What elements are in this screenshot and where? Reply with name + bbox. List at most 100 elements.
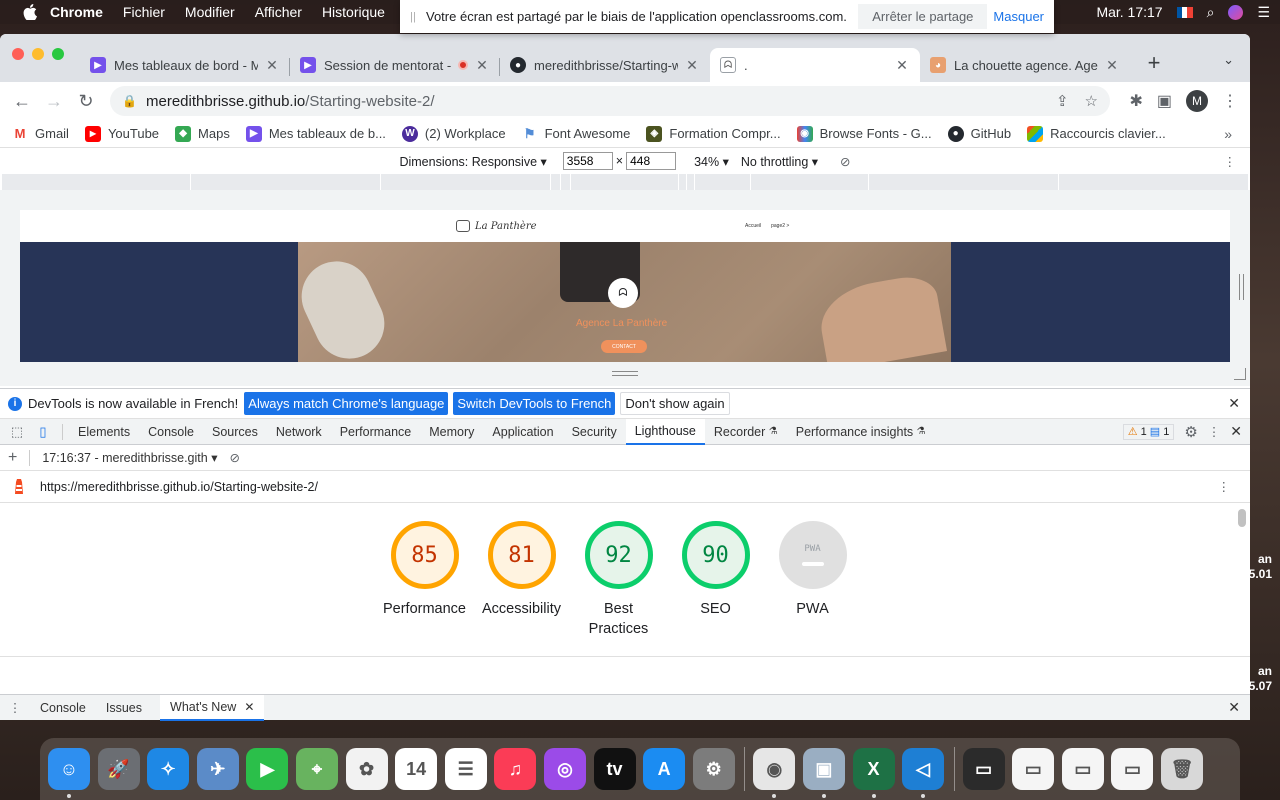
tab-elements[interactable]: Elements bbox=[69, 419, 139, 445]
device-toggle-icon[interactable]: ▯ bbox=[30, 424, 56, 440]
score-gauge-seo[interactable]: 90 SEO bbox=[667, 521, 764, 639]
system-preferences-icon[interactable]: ⚙ bbox=[692, 748, 735, 790]
menu-modifier[interactable]: Modifier bbox=[185, 4, 235, 20]
browser-tab[interactable]: ◕ La chouette agence. Ager ✕ bbox=[920, 48, 1130, 82]
window-thumb-3-icon[interactable]: ▭ bbox=[1061, 748, 1104, 790]
tab-application[interactable]: Application bbox=[483, 419, 562, 445]
drag-grip-icon[interactable]: || bbox=[400, 11, 426, 23]
hero-contact-button[interactable]: CONTACT bbox=[601, 340, 647, 353]
device-options-icon[interactable]: ⋮ bbox=[1224, 154, 1237, 169]
site-nav-link[interactable]: page2 > bbox=[771, 223, 789, 229]
settings-gear-icon[interactable]: ⚙ bbox=[1184, 423, 1197, 441]
close-devtools-icon[interactable]: ✕ bbox=[1230, 423, 1242, 440]
reminders-icon[interactable]: ☰ bbox=[444, 748, 487, 790]
viewport-side-resize-handle[interactable] bbox=[1239, 274, 1244, 300]
clear-reports-icon[interactable]: ⊘ bbox=[229, 450, 239, 465]
score-gauge-performance[interactable]: 85 Performance bbox=[376, 521, 473, 639]
tab-search-chevron-icon[interactable]: ⌄ bbox=[1223, 52, 1234, 68]
tab-lighthouse[interactable]: Lighthouse bbox=[625, 418, 705, 445]
drawer-tab-whats-new[interactable]: What's New ✕ bbox=[160, 694, 265, 721]
bookmark-item[interactable]: ⚑ Font Awesome bbox=[521, 125, 630, 142]
switch-french-button[interactable]: Switch DevTools to French bbox=[453, 392, 616, 415]
tab-performance-insights[interactable]: Performance insights ⚗ bbox=[787, 419, 935, 445]
dont-show-again-button[interactable]: Don't show again bbox=[620, 392, 730, 415]
bookmark-item[interactable]: ● GitHub bbox=[947, 125, 1011, 142]
inspect-element-icon[interactable]: ⬚ bbox=[4, 424, 30, 440]
preview-photos-icon[interactable]: ▣ bbox=[802, 748, 845, 798]
bookmark-item[interactable]: ◉ Browse Fonts - G... bbox=[796, 125, 932, 142]
new-tab-button[interactable]: + bbox=[1136, 46, 1172, 80]
browser-tab[interactable]: ▶ Session de mentorat - ✕ bbox=[290, 48, 500, 82]
tab-network[interactable]: Network bbox=[267, 419, 331, 445]
trash-icon[interactable]: 🗑 bbox=[1161, 748, 1204, 790]
finder-icon[interactable]: ☺ bbox=[48, 748, 90, 798]
photos-icon[interactable]: ✿ bbox=[345, 748, 388, 790]
minimize-window-icon[interactable] bbox=[32, 48, 44, 60]
browser-tab[interactable]: ▶ Mes tableaux de bord - M ✕ bbox=[80, 48, 290, 82]
device-height-input[interactable] bbox=[626, 152, 677, 170]
close-infobar-icon[interactable]: ✕ bbox=[1228, 395, 1240, 412]
throttling-dropdown[interactable]: No throttling ▾ bbox=[741, 154, 818, 169]
close-tab-icon[interactable]: ✕ bbox=[894, 57, 910, 74]
site-nav-link[interactable]: Accueil bbox=[745, 223, 761, 229]
device-width-input[interactable] bbox=[562, 152, 613, 170]
address-bar[interactable]: 🔒 meredithbrisse.github.io/Starting-webs… bbox=[110, 86, 1110, 116]
reload-icon[interactable]: ↻ bbox=[70, 85, 102, 117]
window-thumb-2-icon[interactable]: ▭ bbox=[1012, 748, 1055, 790]
tab-security[interactable]: Security bbox=[563, 419, 626, 445]
bookmark-item[interactable]: ◈ Formation Compr... bbox=[646, 125, 781, 142]
media-query-ruler[interactable] bbox=[2, 174, 1248, 190]
score-gauge-accessibility[interactable]: 81 Accessibility bbox=[473, 521, 570, 639]
lighthouse-tested-url[interactable]: https://meredithbrisse.github.io/Startin… bbox=[40, 480, 318, 494]
window-thumb-1-icon[interactable]: ▭ bbox=[962, 748, 1005, 790]
lock-icon[interactable]: 🔒 bbox=[122, 94, 137, 108]
stop-sharing-button[interactable]: Arrêter le partage bbox=[858, 4, 988, 29]
zoom-window-icon[interactable] bbox=[52, 48, 64, 60]
rotate-disabled-icon[interactable]: ⊘ bbox=[840, 154, 850, 169]
desktop-file-label-2[interactable]: an 5.07 bbox=[1249, 664, 1272, 694]
side-panel-icon[interactable]: ▣ bbox=[1157, 91, 1172, 111]
chrome-menu-icon[interactable]: ⋮ bbox=[1222, 91, 1238, 111]
tab-sources[interactable]: Sources bbox=[203, 419, 267, 445]
desktop-file-label-1[interactable]: an 5.01 bbox=[1249, 552, 1272, 582]
viewport-bottom-resize-handle[interactable] bbox=[612, 371, 638, 376]
report-scrollbar[interactable] bbox=[1238, 509, 1246, 527]
viewport-corner-resize-handle[interactable] bbox=[1234, 368, 1246, 380]
appstore-icon[interactable]: A bbox=[643, 748, 686, 790]
drawer-tab-console[interactable]: Console bbox=[30, 695, 96, 721]
bookmark-item[interactable]: ▶ Mes tableaux de b... bbox=[245, 125, 386, 142]
share-icon[interactable]: ⇪ bbox=[1056, 92, 1069, 110]
bookmark-item[interactable]: ◆ Maps bbox=[175, 125, 230, 142]
close-window-icon[interactable] bbox=[12, 48, 24, 60]
score-gauge-best-practices[interactable]: 92 Best Practices bbox=[570, 521, 667, 639]
bookmarks-overflow-icon[interactable]: » bbox=[1224, 126, 1232, 142]
browser-tab[interactable]: ● meredithbrisse/Starting-w ✕ bbox=[500, 48, 710, 82]
close-drawer-icon[interactable]: ✕ bbox=[1228, 699, 1240, 716]
facetime-icon[interactable]: ▶ bbox=[246, 748, 289, 790]
report-selector-dropdown[interactable]: 17:16:37 - meredithbrisse.gith ▾ bbox=[42, 450, 217, 465]
issues-counter[interactable]: ⚠ 1 ▤ 1 bbox=[1122, 423, 1175, 440]
new-report-plus-icon[interactable]: + bbox=[8, 449, 17, 467]
bookmark-item[interactable]: ▶ YouTube bbox=[84, 125, 159, 142]
music-icon[interactable]: ♫ bbox=[494, 748, 537, 790]
excel-icon[interactable]: X bbox=[852, 748, 895, 798]
bookmark-item[interactable]: W (2) Workplace bbox=[401, 125, 506, 142]
appletv-icon[interactable]: tv bbox=[593, 748, 636, 790]
close-drawer-tab-icon[interactable]: ✕ bbox=[244, 700, 254, 714]
spotlight-search-icon[interactable]: ⌕ bbox=[1207, 4, 1215, 21]
extensions-puzzle-icon[interactable]: ✱ bbox=[1129, 91, 1142, 111]
safari-icon[interactable]: ✧ bbox=[147, 748, 190, 790]
dimensions-dropdown[interactable]: Dimensions: Responsive ▾ bbox=[399, 154, 546, 169]
forward-arrow-icon[interactable]: → bbox=[38, 85, 70, 117]
chrome-icon[interactable]: ◉ bbox=[753, 748, 796, 798]
vscode-icon[interactable]: ◁ bbox=[902, 748, 945, 798]
devtools-menu-icon[interactable]: ⋮ bbox=[1208, 424, 1221, 439]
tab-memory[interactable]: Memory bbox=[420, 419, 483, 445]
apple-menu-icon[interactable] bbox=[22, 4, 38, 20]
menu-fichier[interactable]: Fichier bbox=[123, 4, 165, 20]
control-center-icon[interactable]: ☰ bbox=[1257, 4, 1270, 21]
site-preview[interactable]: La Panthère Accueil page2 > ᗣ Agence La … bbox=[20, 210, 1230, 362]
siri-icon[interactable] bbox=[1228, 4, 1244, 20]
tab-performance[interactable]: Performance bbox=[331, 419, 421, 445]
drawer-tab-issues[interactable]: Issues bbox=[96, 695, 152, 721]
